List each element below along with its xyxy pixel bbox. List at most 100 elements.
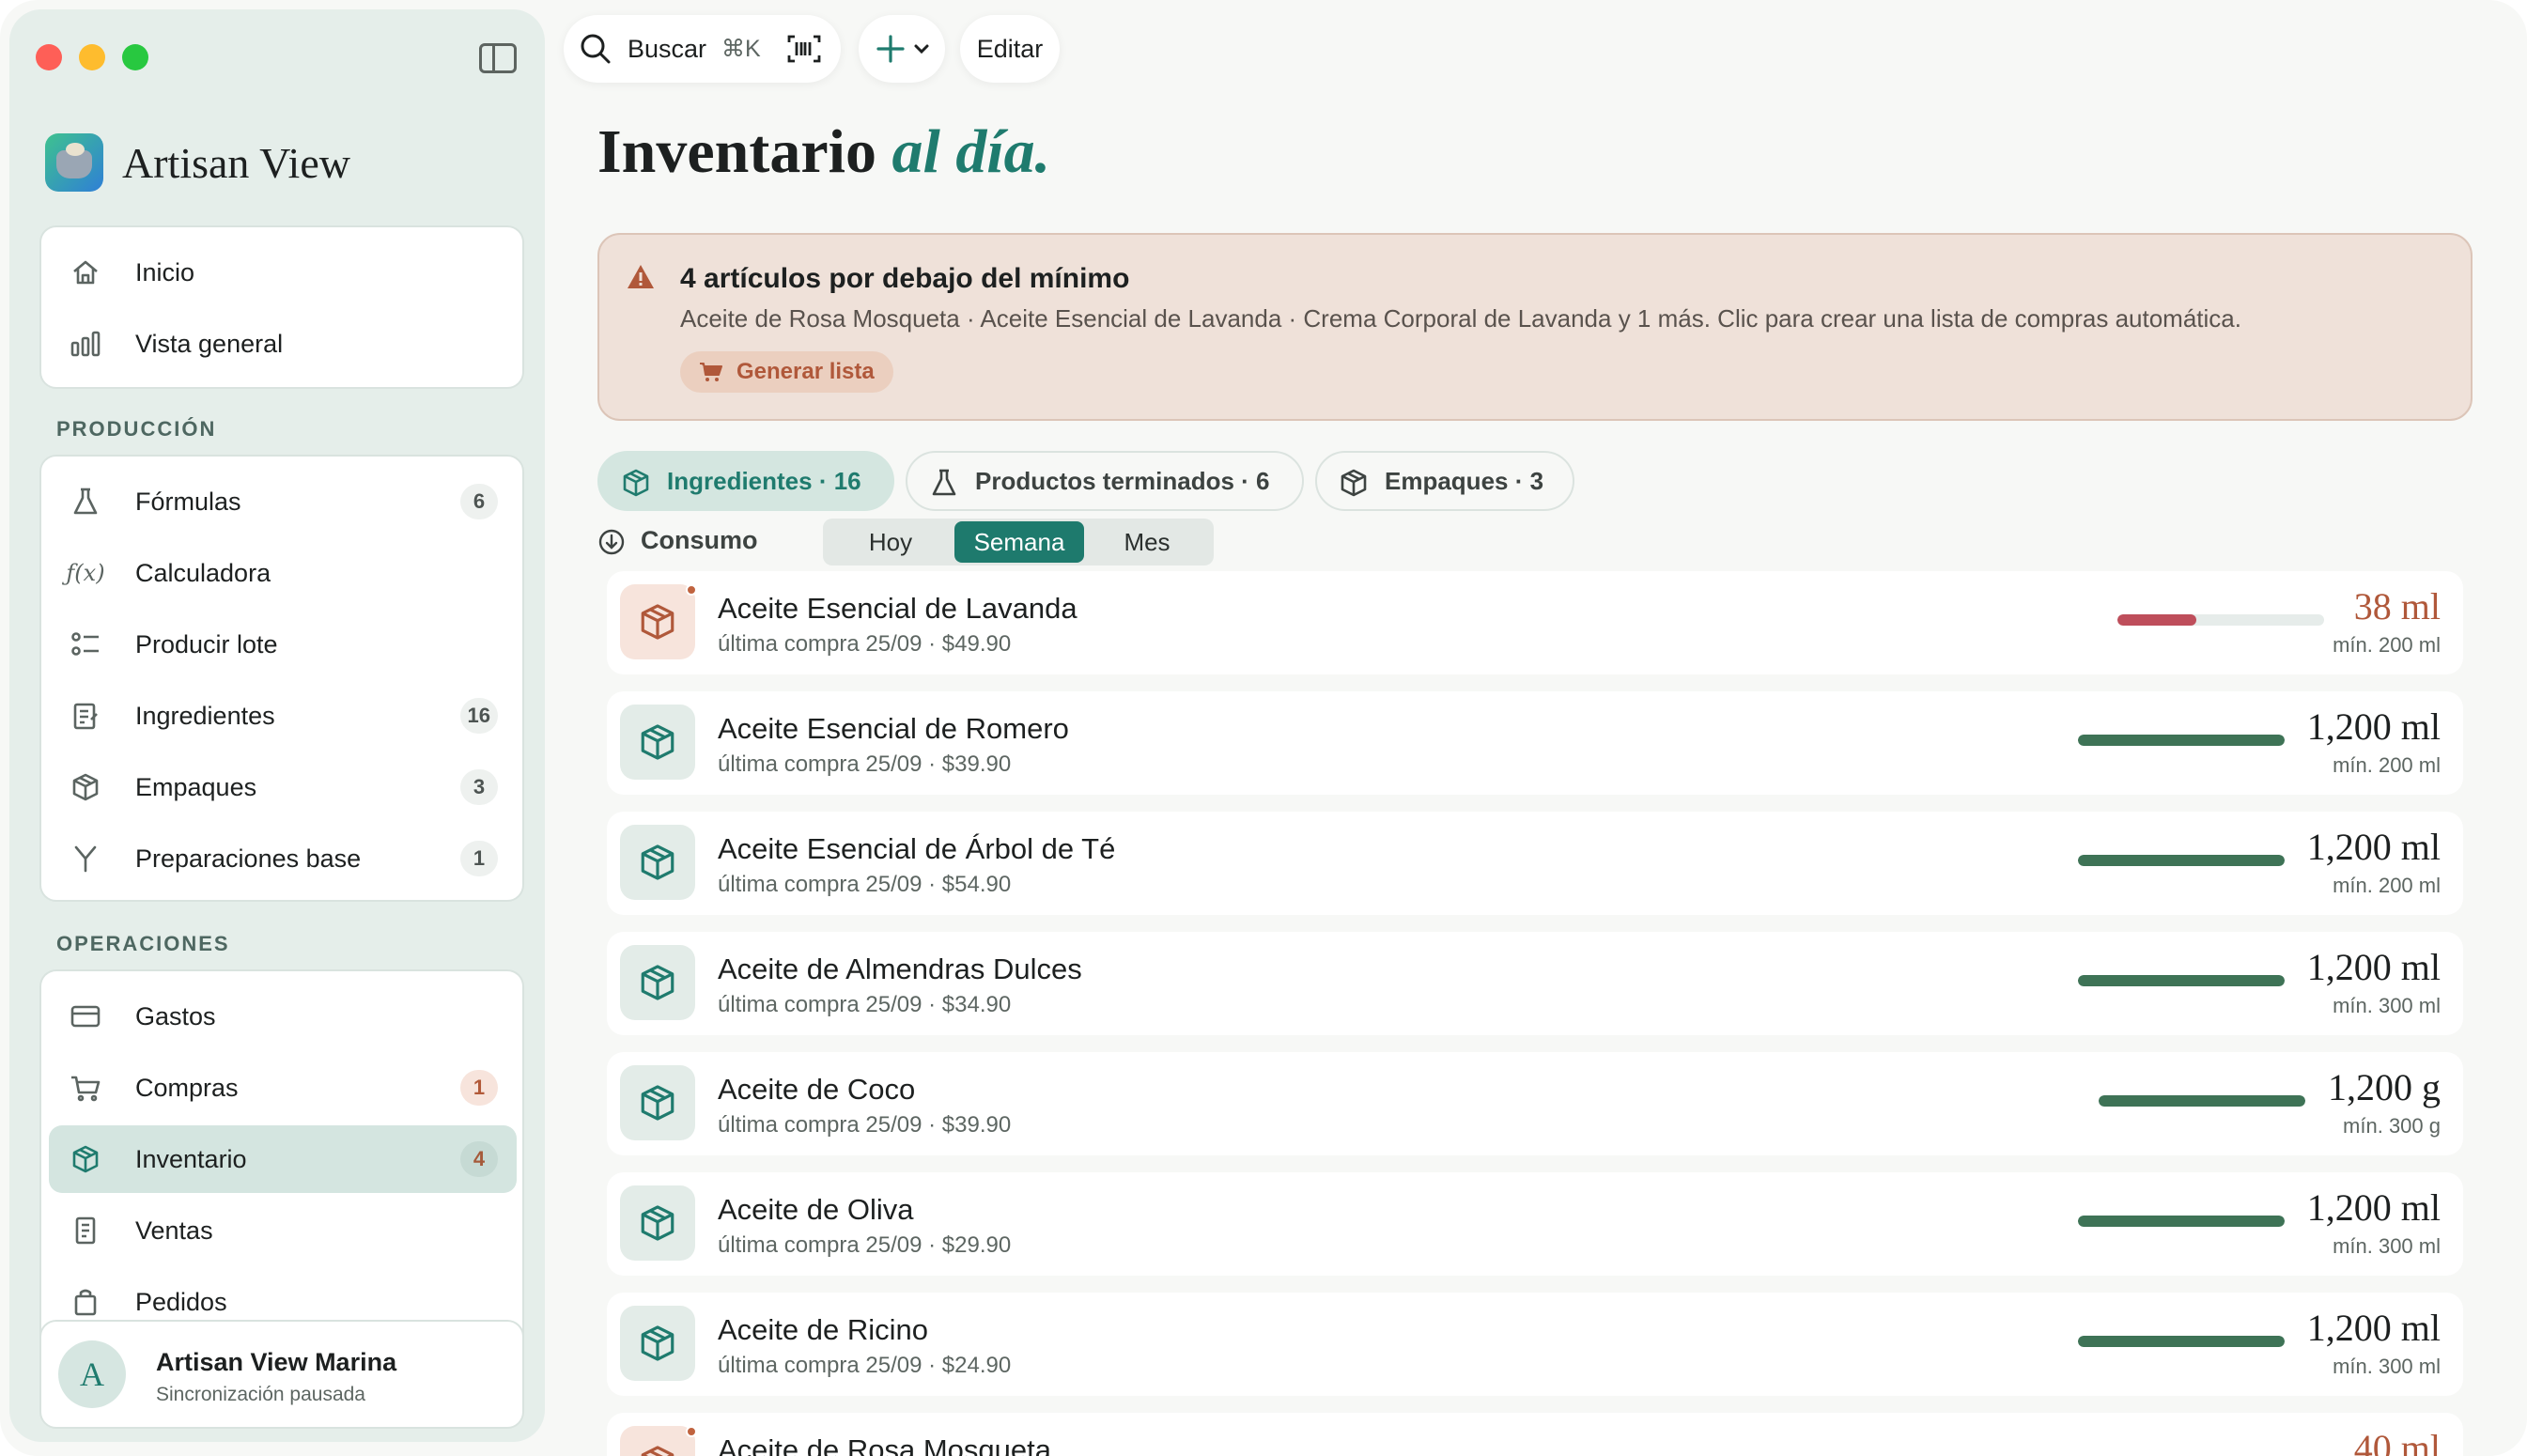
sidebar-item-preparaciones-base[interactable]: Preparaciones base 1: [49, 825, 517, 892]
sidebar-item-formulas[interactable]: Fórmulas 6: [49, 468, 517, 535]
count-badge: 1: [460, 841, 498, 876]
stock-level-bar: [2099, 1095, 2305, 1107]
sidebar-item-label: Vista general: [135, 329, 284, 358]
tab-productos-terminados[interactable]: Productos terminados · 6: [906, 451, 1304, 511]
stock-level-bar: [2077, 735, 2285, 746]
stock-level-fill: [2077, 975, 2285, 986]
sidebar-item-inventario[interactable]: Inventario 4: [49, 1125, 517, 1193]
period-semana[interactable]: Semana: [954, 521, 1084, 563]
inventory-row[interactable]: Aceite de Rosa Mosqueta 40 ml: [607, 1413, 2463, 1456]
search-shortcut: ⌘K: [721, 36, 761, 62]
barcode-scan-icon[interactable]: [787, 34, 821, 64]
sidebar-item-empaques[interactable]: Empaques 3: [49, 753, 517, 821]
sidebar: Artisan View Inicio Vista general PRODUC…: [9, 9, 545, 1442]
edit-button[interactable]: Editar: [960, 15, 1060, 83]
stock-level-bar: [2077, 855, 2285, 866]
sidebar-item-ingredientes[interactable]: Ingredientes 16: [49, 682, 517, 750]
chart-bars-icon: [70, 328, 101, 360]
inventory-row[interactable]: Aceite Esencial de Romero última compra 2…: [607, 691, 2463, 795]
inventory-row[interactable]: Aceite de Oliva última compra 25/09 · $29…: [607, 1172, 2463, 1276]
item-minimum: mín. 300 g: [2343, 1114, 2441, 1138]
low-stock-alert[interactable]: 4 artículos por debajo del mínimo Aceite…: [597, 233, 2473, 421]
nav-card-operaciones: Gastos Compras 1 Inventario 4 Ventas Ped…: [39, 969, 524, 1345]
user-name: Artisan View Marina: [156, 1348, 397, 1376]
nav-card-produccion: Fórmulas 6 ƒ(x) Calculadora Producir lot…: [39, 455, 524, 902]
close-window-button[interactable]: [36, 44, 62, 70]
nav-card-main: Inicio Vista general: [39, 225, 524, 389]
app-name: Artisan View: [122, 138, 350, 187]
minimize-window-button[interactable]: [79, 44, 105, 70]
period-hoy[interactable]: Hoy: [827, 521, 954, 563]
item-last-purchase: última compra 25/09 · $24.90: [718, 1353, 1012, 1378]
flask-icon: [930, 468, 958, 498]
sidebar-item-label: Producir lote: [135, 629, 278, 658]
item-name: Aceite Esencial de Lavanda: [718, 592, 1077, 625]
consumption-period-control: Hoy Semana Mes: [823, 519, 1214, 565]
consumption-icon: [597, 528, 626, 556]
box-icon: [620, 945, 695, 1020]
count-badge: 3: [460, 769, 498, 805]
box-icon: [620, 1306, 695, 1381]
item-last-purchase: última compra 25/09 · $39.90: [718, 1112, 1012, 1138]
stock-level-fill: [2077, 1336, 2285, 1347]
generate-list-button[interactable]: Generar lista: [680, 351, 893, 393]
tab-label: Ingredientes · 16: [667, 466, 861, 495]
sidebar-item-label: Compras: [135, 1073, 239, 1102]
page-title: Inventario al día.: [597, 116, 1050, 188]
item-minimum: mín. 200 ml: [2333, 874, 2441, 897]
app-logo: [45, 133, 103, 192]
stock-level-fill: [2077, 1216, 2285, 1227]
credit-card-icon: [70, 1000, 101, 1032]
sidebar-item-gastos[interactable]: Gastos: [49, 983, 517, 1050]
sidebar-item-label: Fórmulas: [135, 487, 241, 516]
item-last-purchase: última compra 25/09 · $34.90: [718, 992, 1012, 1017]
sidebar-item-inicio[interactable]: Inicio: [49, 239, 517, 306]
zoom-window-button[interactable]: [122, 44, 148, 70]
search-icon: [579, 32, 612, 66]
box-icon: [70, 1143, 101, 1175]
inventory-row[interactable]: Aceite Esencial de Lavanda última compra …: [607, 571, 2463, 674]
generate-list-label: Generar lista: [736, 359, 875, 384]
sidebar-item-ventas[interactable]: Ventas: [49, 1197, 517, 1264]
sidebar-item-label: Calculadora: [135, 558, 271, 587]
stock-level-bar: [2117, 614, 2324, 626]
box-icon: [620, 584, 695, 659]
count-badge: 4: [460, 1141, 498, 1177]
sidebar-item-label: Preparaciones base: [135, 844, 362, 873]
page-title-accent: al día.: [891, 117, 1051, 186]
item-minimum: mín. 300 ml: [2333, 994, 2441, 1017]
add-menu-button[interactable]: [859, 15, 945, 83]
low-stock-indicator: [686, 584, 697, 596]
item-last-purchase: última compra 25/09 · $54.90: [718, 872, 1012, 897]
consumption-label: Consumo: [641, 526, 758, 554]
tab-empaques[interactable]: Empaques · 3: [1315, 451, 1574, 511]
tab-label: Empaques · 3: [1385, 466, 1544, 495]
box-icon: [620, 825, 695, 900]
sidebar-item-label: Inventario: [135, 1144, 247, 1173]
sidebar-item-label: Inicio: [135, 257, 195, 287]
item-name: Aceite de Rosa Mosqueta: [718, 1433, 1051, 1456]
sidebar-toggle-icon[interactable]: [479, 43, 517, 73]
item-quantity: 1,200 ml: [2306, 946, 2441, 988]
user-card[interactable]: A Artisan View Marina Sincronización pau…: [39, 1320, 524, 1429]
sidebar-item-compras[interactable]: Compras 1: [49, 1054, 517, 1122]
low-stock-indicator: [686, 1426, 697, 1437]
sidebar-item-calculadora[interactable]: ƒ(x) Calculadora: [49, 539, 517, 607]
sidebar-item-vista-general[interactable]: Vista general: [49, 310, 517, 378]
inventory-row[interactable]: Aceite de Almendras Dulces última compra …: [607, 932, 2463, 1035]
item-name: Aceite de Ricino: [718, 1313, 929, 1346]
tab-ingredientes[interactable]: Ingredientes · 16: [597, 451, 894, 511]
stock-level-bar: [2077, 1216, 2285, 1227]
period-mes[interactable]: Mes: [1084, 521, 1210, 563]
count-badge: 1: [460, 1070, 498, 1106]
item-name: Aceite de Almendras Dulces: [718, 953, 1082, 985]
sidebar-item-label: Ingredientes: [135, 701, 275, 730]
inventory-row[interactable]: Aceite Esencial de Árbol de Té última com…: [607, 812, 2463, 915]
search-button[interactable]: Buscar ⌘K: [564, 15, 841, 83]
item-name: Aceite de Oliva: [718, 1193, 914, 1226]
count-badge: 16: [459, 698, 498, 734]
sidebar-item-producir-lote[interactable]: Producir lote: [49, 611, 517, 678]
inventory-row[interactable]: Aceite de Coco última compra 25/09 · $39.…: [607, 1052, 2463, 1155]
notes-icon: [70, 700, 101, 732]
inventory-row[interactable]: Aceite de Ricino última compra 25/09 · $2…: [607, 1293, 2463, 1396]
